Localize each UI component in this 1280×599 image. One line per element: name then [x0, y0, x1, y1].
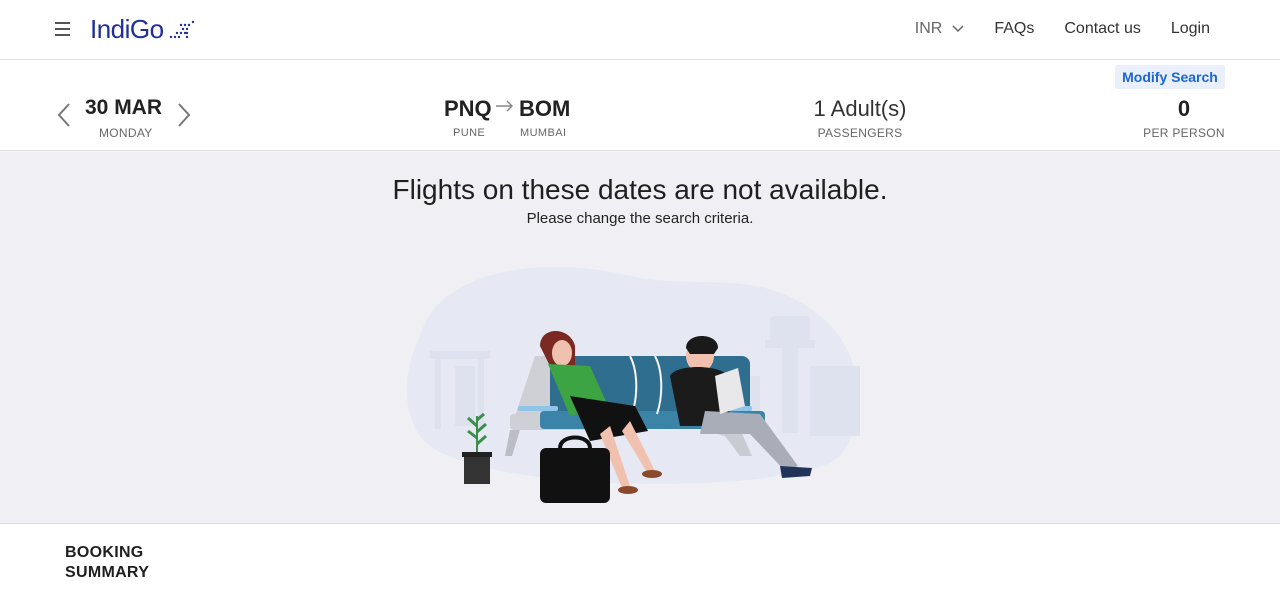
booking-summary-title: BOOKING SUMMARY: [65, 544, 150, 581]
price-summary: 0 PER PERSON: [1130, 96, 1238, 140]
top-header: IndiGo INR FAQs Contact us Login: [0, 0, 1280, 60]
chevron-right-icon[interactable]: [175, 102, 193, 128]
origin-city: PUNE: [453, 127, 486, 139]
waiting-passengers-illustration: [406, 266, 860, 503]
passenger-label: PASSENGERS: [817, 126, 903, 140]
chevron-left-icon[interactable]: [55, 102, 73, 128]
currency-label: INR: [914, 20, 943, 37]
contact-us-link[interactable]: Contact us: [1064, 20, 1140, 38]
currency-selector[interactable]: INR: [915, 20, 965, 38]
indigo-logo[interactable]: IndiGo: [90, 14, 196, 45]
destination-city: MUMBAI: [520, 127, 567, 139]
chevron-down-icon: [952, 25, 964, 33]
no-flights-subtitle: Please change the search criteria.: [526, 210, 754, 227]
faqs-link[interactable]: FAQs: [994, 20, 1034, 38]
results-area: Flights on these dates are not available…: [0, 152, 1280, 523]
date-selector: 30 MAR MONDAY: [55, 96, 195, 140]
passenger-summary: 1 Adult(s) PASSENGERS: [780, 96, 940, 140]
plane-icon: [169, 20, 194, 38]
arrow-right-icon: [496, 100, 514, 112]
no-flights-title: Flights on these dates are not available…: [392, 174, 888, 205]
login-link[interactable]: Login: [1171, 20, 1210, 38]
modify-search-button[interactable]: Modify Search: [1115, 65, 1225, 89]
destination-code: BOM: [519, 96, 571, 121]
price-label: PER PERSON: [1143, 126, 1225, 140]
origin-code: PNQ: [444, 96, 492, 121]
price-value: 0: [1177, 96, 1191, 121]
menu-icon[interactable]: [55, 22, 70, 36]
booking-summary-section: BOOKING SUMMARY: [0, 523, 1280, 599]
passenger-count: 1 Adult(s): [813, 96, 907, 121]
top-nav: INR FAQs Contact us Login: [885, 20, 1210, 38]
search-summary-bar: Modify Search 30 MAR MONDAY PNQ BOM PUNE…: [0, 60, 1280, 151]
selected-day: MONDAY: [99, 126, 153, 140]
selected-date: 30 MAR: [85, 96, 163, 119]
logo-text: IndiGo: [90, 14, 164, 44]
route-summary: PNQ BOM PUNE MUMBAI: [444, 96, 584, 140]
